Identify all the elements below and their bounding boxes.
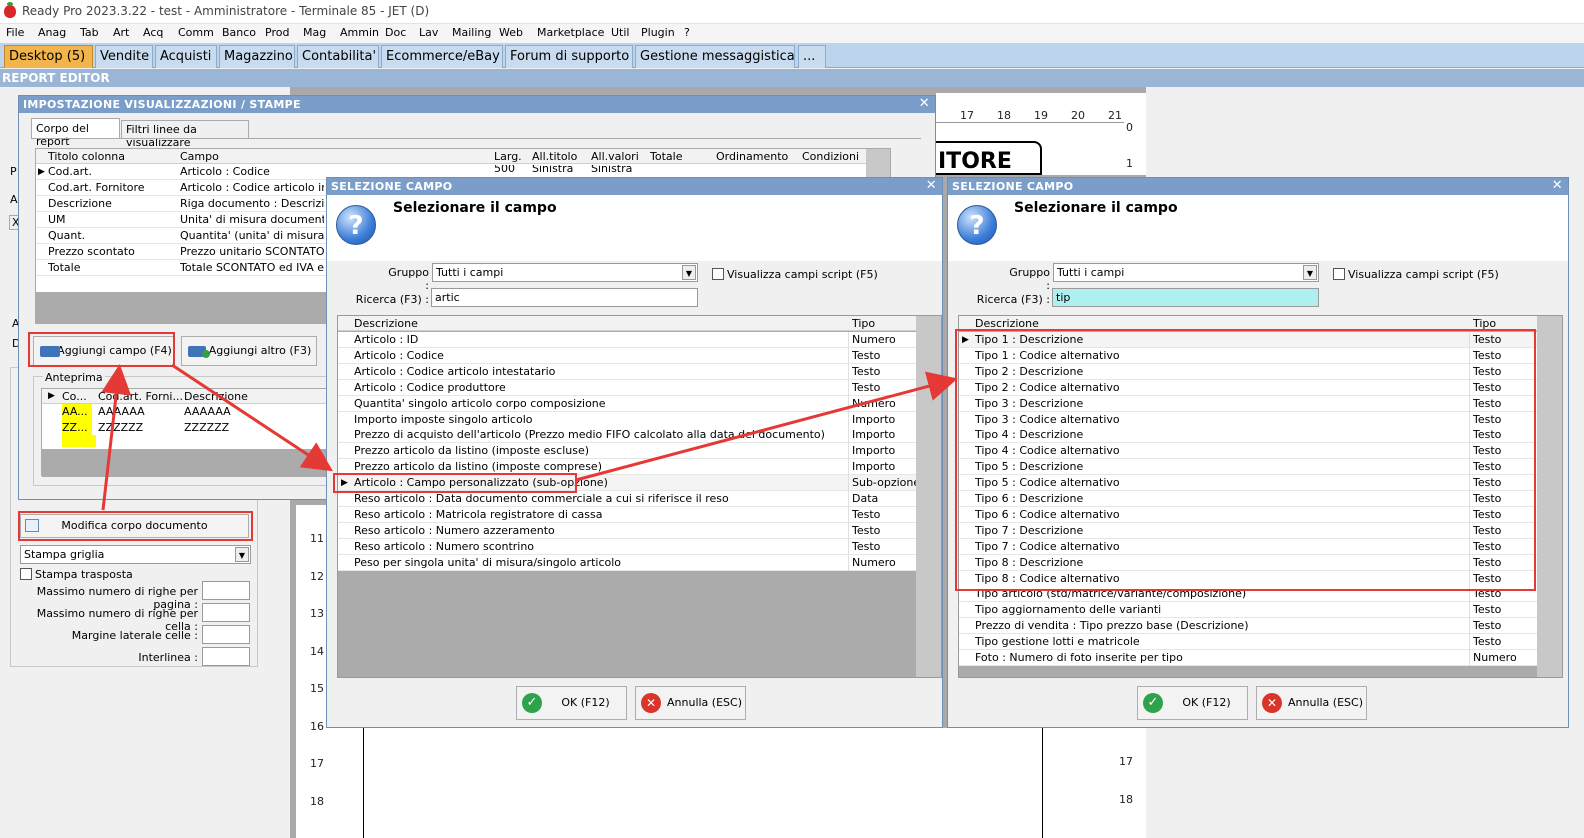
annotation-arrows: [101, 363, 958, 511]
arrow-to-custom-field: [171, 363, 334, 472]
arrow-to-type-fields: [575, 371, 958, 482]
arrow-to-add-field: [101, 364, 132, 511]
